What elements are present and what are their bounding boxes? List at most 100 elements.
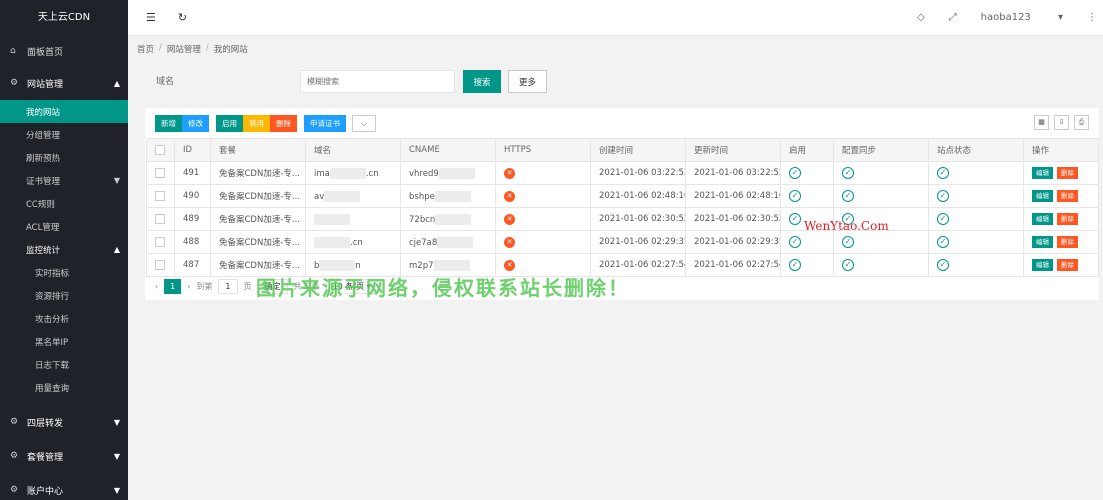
cell-ops: 编辑 删除 bbox=[1023, 184, 1099, 208]
row-checkbox-cell[interactable] bbox=[146, 230, 175, 254]
select-all-checkbox[interactable] bbox=[155, 144, 165, 155]
row-checkbox[interactable] bbox=[155, 213, 165, 224]
check-circle-icon: ✓ bbox=[789, 259, 801, 271]
cell-created: 2021-01-06 02:48:16 bbox=[590, 184, 686, 208]
row-edit-button[interactable]: 编辑 bbox=[1032, 236, 1053, 248]
print-icon[interactable]: ⎙ bbox=[1074, 115, 1089, 130]
row-delete-button[interactable]: 删除 bbox=[1057, 167, 1078, 179]
row-checkbox-cell[interactable] bbox=[146, 253, 175, 277]
columns-icon[interactable]: ▦ bbox=[1034, 115, 1049, 130]
cell-https: ✕ bbox=[495, 161, 591, 185]
close-circle-icon: ✕ bbox=[504, 167, 515, 179]
nav-refresh[interactable]: 刷新预热 bbox=[0, 146, 128, 169]
tag-icon[interactable]: ◇ bbox=[917, 12, 925, 23]
fullscreen-icon[interactable]: ⤢ bbox=[949, 12, 957, 23]
row-checkbox[interactable] bbox=[155, 190, 165, 201]
row-checkbox-cell[interactable] bbox=[146, 161, 175, 185]
table-row[interactable]: 489 免备案CDN加速-专... 72bcn ✕ 2021-01-06 02:… bbox=[146, 207, 1099, 231]
nav-usage[interactable]: 用量查询 bbox=[0, 376, 128, 399]
row-checkbox[interactable] bbox=[155, 259, 165, 270]
row-edit-button[interactable]: 编辑 bbox=[1032, 213, 1053, 225]
nav-cc-rules[interactable]: CC规则 bbox=[0, 192, 128, 215]
next-page-icon[interactable]: › bbox=[187, 282, 190, 291]
breadcrumb-home[interactable]: 首页 bbox=[137, 43, 154, 55]
cell-enabled: ✓ bbox=[780, 253, 834, 277]
close-circle-icon: ✕ bbox=[504, 259, 515, 271]
nav-acl[interactable]: ACL管理 bbox=[0, 215, 128, 238]
prev-page-icon[interactable]: ‹ bbox=[155, 282, 158, 291]
nav-dashboard[interactable]: ⌂ 面板首页 bbox=[0, 36, 128, 66]
more-button[interactable]: 更多 bbox=[508, 70, 547, 93]
edit-button[interactable]: 修改 bbox=[182, 115, 209, 132]
cell-status: ✓ bbox=[928, 161, 1024, 185]
page-input[interactable]: 1 bbox=[218, 279, 238, 294]
add-button[interactable]: 新增 bbox=[155, 115, 182, 132]
breadcrumb-my-sites: 我的网站 bbox=[213, 45, 248, 55]
nav-account[interactable]: ⚙ 账户中心 ▼ bbox=[0, 473, 128, 500]
col-ops: 操作 bbox=[1023, 138, 1099, 162]
cell-id: 489 bbox=[174, 207, 211, 231]
row-delete-button[interactable]: 删除 bbox=[1057, 213, 1078, 225]
row-delete-button[interactable]: 删除 bbox=[1057, 236, 1078, 248]
current-page[interactable]: 1 bbox=[164, 279, 182, 294]
nav-plans[interactable]: ⚙ 套餐管理 ▼ bbox=[0, 439, 128, 473]
cell-https: ✕ bbox=[495, 184, 591, 208]
cell-cname: bshpe bbox=[400, 184, 496, 208]
enable-button[interactable]: 启用 bbox=[216, 115, 243, 132]
nav-group-manage[interactable]: 分组管理 bbox=[0, 123, 128, 146]
row-edit-button[interactable]: 编辑 bbox=[1032, 190, 1053, 202]
header-checkbox-cell[interactable] bbox=[146, 138, 175, 162]
row-checkbox-cell[interactable] bbox=[146, 184, 175, 208]
row-delete-button[interactable]: 删除 bbox=[1057, 259, 1078, 271]
nav-my-sites[interactable]: 我的网站 bbox=[0, 100, 128, 123]
nav-ranking[interactable]: 资源排行 bbox=[0, 284, 128, 307]
nav-cert-manage[interactable]: 证书管理 ▼ bbox=[0, 169, 128, 192]
nav-attack[interactable]: 攻击分析 bbox=[0, 307, 128, 330]
table-row[interactable]: 488 免备案CDN加速-专... .cn cje7a8 ✕ 2021-01-0… bbox=[146, 230, 1099, 254]
nav-logs[interactable]: 日志下载 bbox=[0, 353, 128, 376]
redacted-block bbox=[324, 190, 361, 202]
cell-enabled: ✓ bbox=[780, 184, 834, 208]
breadcrumb-sep: / bbox=[205, 43, 209, 53]
row-delete-button[interactable]: 删除 bbox=[1057, 190, 1078, 202]
row-checkbox[interactable] bbox=[155, 236, 165, 247]
cname-part: vhred9 bbox=[409, 168, 439, 179]
row-edit-button[interactable]: 编辑 bbox=[1032, 167, 1053, 179]
table-row[interactable]: 491 免备案CDN加速-专... ima .cn vhred9 ✕ 2021-0… bbox=[146, 161, 1099, 185]
nav-realtime[interactable]: 实时指标 bbox=[0, 261, 128, 284]
disable-button[interactable]: 禁用 bbox=[243, 115, 270, 132]
nav-site-manage[interactable]: ⚙ 网站管理 ▲ bbox=[0, 66, 128, 100]
nav-blacklist[interactable]: 黑名单IP bbox=[0, 330, 128, 353]
more-icon[interactable]: ⋮ bbox=[1087, 12, 1097, 23]
nav-label: 四层转发 bbox=[27, 418, 64, 429]
cell-status: ✓ bbox=[928, 230, 1024, 254]
delete-button[interactable]: 删除 bbox=[270, 115, 297, 132]
nav-l4[interactable]: ⚙ 四层转发 ▼ bbox=[0, 405, 128, 439]
nav-monitor[interactable]: 监控统计 ▲ bbox=[0, 238, 128, 261]
row-checkbox[interactable] bbox=[155, 167, 165, 178]
export-icon[interactable]: ⇩ bbox=[1054, 115, 1069, 130]
nav-label: 分组管理 bbox=[26, 130, 61, 141]
cell-updated: 2021-01-06 03:22:52 bbox=[685, 161, 781, 185]
search-button[interactable]: 搜索 bbox=[463, 70, 501, 93]
table-row[interactable]: 490 免备案CDN加速-专... av bshpe ✕ 2021-01-06 … bbox=[146, 184, 1099, 208]
chevron-down-icon: ▼ bbox=[113, 485, 120, 495]
domain-part: n bbox=[355, 260, 361, 271]
menu-toggle-icon[interactable]: ☰ bbox=[146, 11, 156, 24]
toolbar: 新增 修改 启用 禁用 删除 申请证书 ⌵ bbox=[155, 115, 376, 132]
check-circle-icon: ✓ bbox=[789, 236, 801, 248]
user-menu[interactable]: haoba123 ▾ bbox=[981, 12, 1063, 23]
check-circle-icon: ✓ bbox=[937, 167, 949, 179]
apply-cert-button[interactable]: 申请证书 bbox=[304, 115, 346, 132]
search-input[interactable] bbox=[300, 70, 455, 93]
breadcrumb-site-manage[interactable]: 网站管理 bbox=[167, 43, 201, 55]
cell-updated: 2021-01-06 02:29:35 bbox=[685, 230, 781, 254]
check-circle-icon: ✓ bbox=[937, 259, 949, 271]
row-checkbox-cell[interactable] bbox=[146, 207, 175, 231]
nav-label: 实时指标 bbox=[35, 268, 70, 279]
chevron-down-icon[interactable]: ⌵ bbox=[352, 115, 376, 132]
cell-ops: 编辑 删除 bbox=[1023, 253, 1099, 277]
redacted-block bbox=[433, 259, 470, 271]
refresh-icon[interactable]: ↻ bbox=[178, 11, 187, 24]
row-edit-button[interactable]: 编辑 bbox=[1032, 259, 1053, 271]
